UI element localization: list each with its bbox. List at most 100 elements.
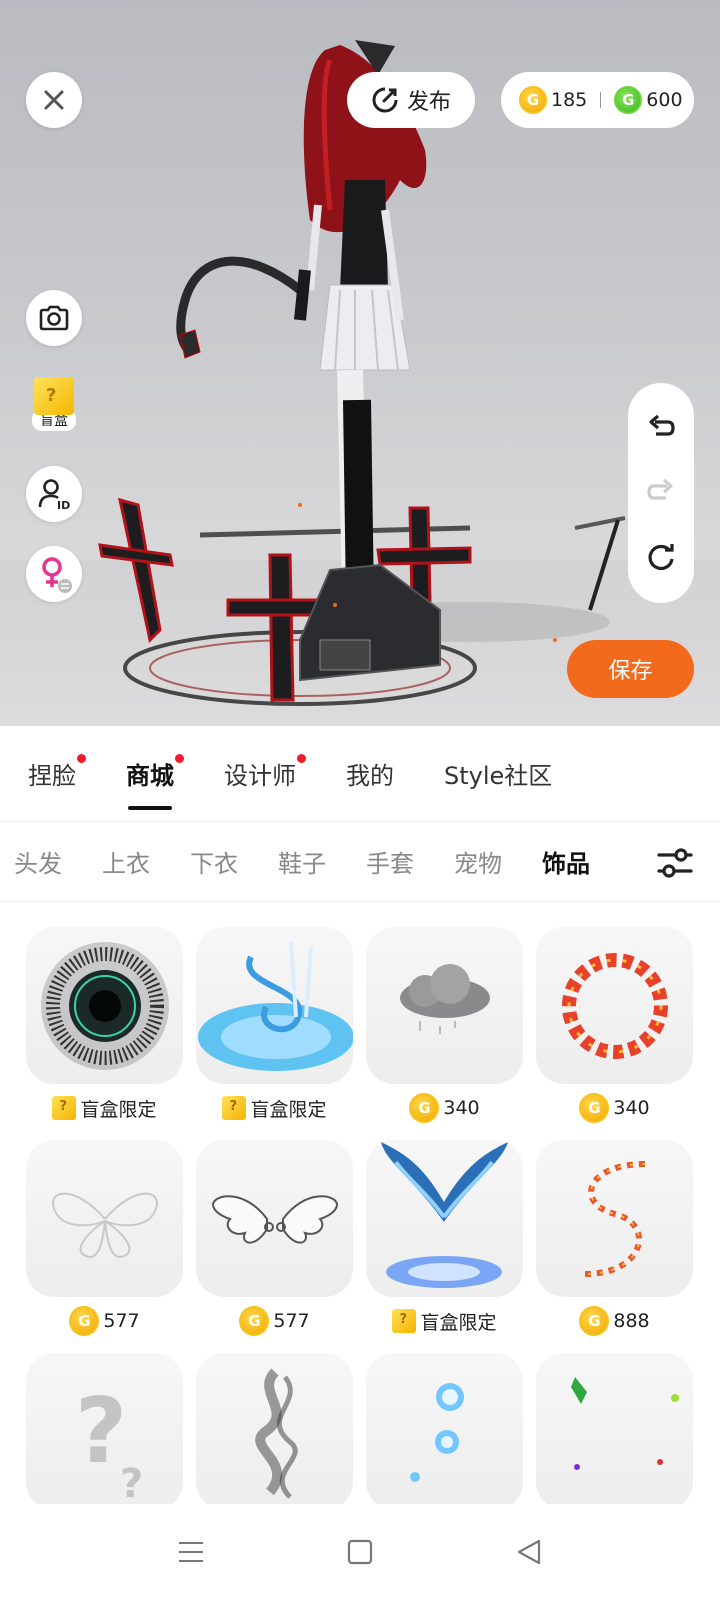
- blindbox-icon: [222, 1096, 247, 1120]
- gold-coin-icon: G: [579, 1306, 610, 1336]
- redo-icon[interactable]: [646, 478, 676, 508]
- currency-divider: [600, 92, 602, 108]
- item-card[interactable]: G 340: [536, 927, 693, 1123]
- item-price: G 888: [536, 1306, 693, 1336]
- category-bar: 头发 上衣 下衣 鞋子 手套 宠物 饰品: [0, 822, 720, 902]
- item-card[interactable]: 盲盒限定: [366, 1140, 523, 1334]
- item-thumbnail: [536, 927, 693, 1084]
- item-price: 盲盒限定: [366, 1306, 523, 1336]
- category-accessories[interactable]: 饰品: [542, 844, 590, 879]
- reset-icon[interactable]: [646, 542, 676, 572]
- item-card[interactable]: G 577: [26, 1140, 183, 1336]
- item-price: G 340: [536, 1093, 693, 1123]
- item-price: 盲盒限定: [196, 1093, 353, 1123]
- item-price-label: 340: [613, 1097, 650, 1119]
- item-price: 盲盒限定: [26, 1093, 183, 1123]
- close-button[interactable]: [26, 72, 82, 128]
- home-icon[interactable]: [347, 1539, 373, 1565]
- category-pets[interactable]: 宠物: [454, 844, 502, 879]
- gold-coin-icon: G: [579, 1093, 610, 1123]
- item-card[interactable]: 盲盒限定: [196, 927, 353, 1121]
- tab-shop[interactable]: 商城: [126, 726, 184, 822]
- item-card[interactable]: [536, 1353, 693, 1510]
- item-price: G 340: [366, 1093, 523, 1123]
- camera-icon: [39, 305, 69, 331]
- camera-button[interactable]: [26, 290, 82, 346]
- main-tab-bar: 捏脸 商城 设计师 我的 Style社区: [0, 726, 720, 822]
- category-hair[interactable]: 头发: [14, 844, 62, 879]
- female-symbol-icon: [42, 557, 72, 593]
- item-grid: 盲盒限定 盲盒限定 G 340: [26, 927, 694, 1510]
- close-icon: [44, 90, 64, 110]
- publish-button[interactable]: 发布: [347, 72, 475, 128]
- gold-coin-icon: G: [69, 1306, 100, 1336]
- history-controls: [628, 383, 694, 603]
- item-thumbnail: [196, 1140, 353, 1297]
- tab-face[interactable]: 捏脸: [28, 726, 86, 822]
- item-price-label: 盲盒限定: [80, 1098, 157, 1121]
- currency-balance[interactable]: G 185 G 600: [501, 72, 694, 128]
- item-card[interactable]: G 340: [366, 927, 523, 1123]
- item-thumbnail: ? ?: [26, 1353, 183, 1510]
- item-price-label: 盲盒限定: [420, 1311, 497, 1334]
- tab-shop-label: 商城: [126, 762, 174, 790]
- item-card[interactable]: ? ?: [26, 1353, 183, 1510]
- gold-coin-icon: G: [239, 1306, 270, 1336]
- item-thumbnail: [536, 1353, 693, 1510]
- undo-icon[interactable]: [646, 414, 676, 444]
- item-thumbnail: [366, 1353, 523, 1510]
- item-price: G 577: [26, 1306, 183, 1336]
- tab-designer[interactable]: 设计师: [224, 726, 306, 822]
- item-thumbnail: [366, 1140, 523, 1297]
- gold-coin-count: 185: [551, 89, 588, 111]
- gold-coin-icon: G: [409, 1093, 440, 1123]
- item-thumbnail: [196, 927, 353, 1084]
- item-price-label: 577: [103, 1310, 140, 1332]
- item-price-label: 340: [443, 1097, 480, 1119]
- tab-designer-label: 设计师: [224, 762, 296, 790]
- system-nav-bar: [0, 1504, 720, 1600]
- avatar-viewport[interactable]: 盲盒 ID 发布 G 185 G 600: [0, 0, 720, 726]
- item-thumbnail: [26, 1140, 183, 1297]
- category-tops[interactable]: 上衣: [102, 844, 150, 879]
- tab-face-label: 捏脸: [28, 762, 76, 790]
- item-price-label: 盲盒限定: [250, 1098, 327, 1121]
- notification-dot: [175, 753, 184, 763]
- item-card[interactable]: [366, 1353, 523, 1510]
- blindbox-button[interactable]: 盲盒: [26, 375, 82, 431]
- blindbox-icon: [34, 377, 74, 415]
- user-id-icon: ID: [38, 479, 70, 511]
- item-card[interactable]: [196, 1353, 353, 1510]
- save-button[interactable]: 保存: [567, 640, 694, 698]
- item-card[interactable]: G 577: [196, 1140, 353, 1336]
- avatar-id-button[interactable]: ID: [26, 466, 82, 522]
- blindbox-icon: [52, 1096, 77, 1120]
- item-price-label: 888: [613, 1310, 650, 1332]
- item-price: G 577: [196, 1306, 353, 1336]
- item-card[interactable]: 盲盒限定: [26, 927, 183, 1121]
- publish-icon: [372, 87, 398, 113]
- back-icon[interactable]: [515, 1538, 543, 1566]
- blindbox-icon: [392, 1309, 417, 1333]
- green-coin-count: 600: [646, 89, 683, 111]
- item-thumbnail: [536, 1140, 693, 1297]
- svg-text:?: ?: [120, 1461, 143, 1502]
- gold-coin-icon: G: [519, 86, 547, 114]
- item-card[interactable]: G 888: [536, 1140, 693, 1336]
- tab-mine-label: 我的: [346, 762, 394, 790]
- menu-icon[interactable]: [177, 1539, 205, 1565]
- tab-style-community-label: Style社区: [444, 762, 553, 790]
- tab-mine[interactable]: 我的: [346, 726, 394, 822]
- filter-icon[interactable]: [654, 842, 696, 884]
- item-thumbnail: [366, 927, 523, 1084]
- item-thumbnail: [26, 927, 183, 1084]
- category-bottoms[interactable]: 下衣: [190, 844, 238, 879]
- notification-dot: [297, 753, 306, 763]
- green-coin-icon: G: [614, 86, 643, 114]
- publish-label: 发布: [406, 90, 451, 115]
- gender-switch-button[interactable]: [26, 546, 82, 602]
- category-shoes[interactable]: 鞋子: [278, 844, 326, 879]
- tab-style-community[interactable]: Style社区: [444, 726, 552, 822]
- item-price-label: 577: [273, 1310, 310, 1332]
- category-gloves[interactable]: 手套: [366, 844, 414, 879]
